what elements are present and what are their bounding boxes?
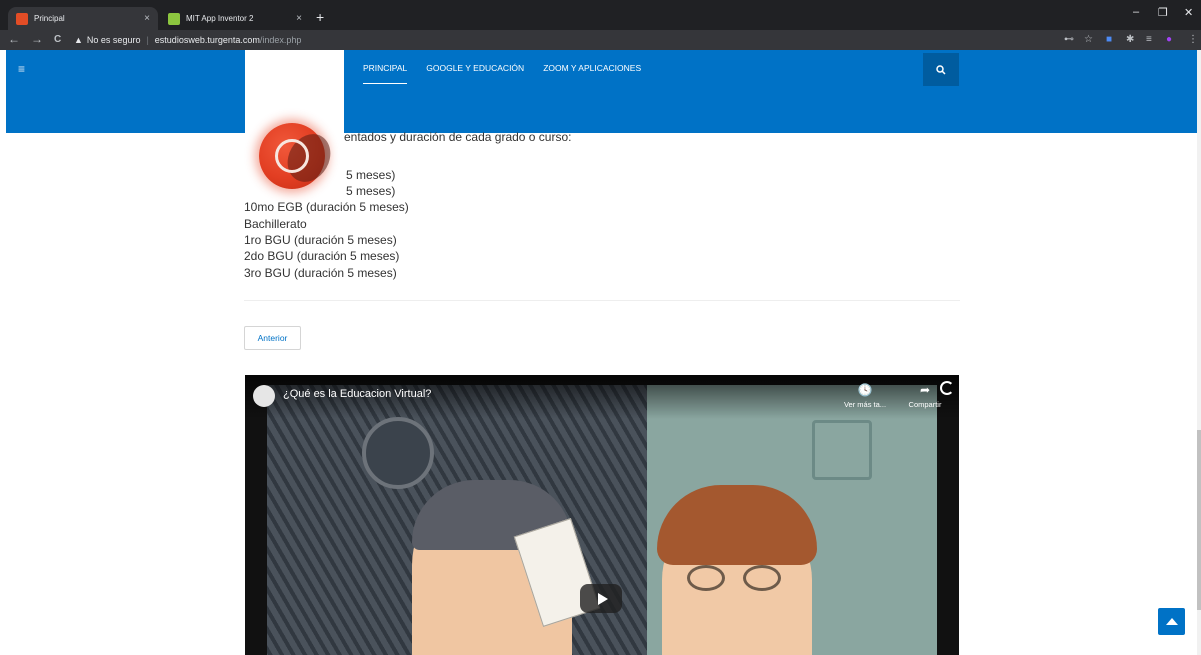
content-text: entados y duración de cada grado o curso… <box>344 130 572 144</box>
clock-illustration <box>362 417 434 489</box>
nav-zoom-aplicaciones[interactable]: ZOOM Y APLICACIONES <box>543 63 641 73</box>
video-thumbnail <box>267 385 937 655</box>
reload-button[interactable]: C <box>54 34 61 45</box>
play-icon <box>597 592 608 605</box>
tab-principal[interactable]: Principal × <box>8 7 158 30</box>
key-icon[interactable]: ⊷ <box>1064 34 1074 45</box>
channel-avatar[interactable] <box>253 385 275 407</box>
address-separator: | <box>146 35 149 45</box>
search-icon <box>936 64 946 75</box>
content-text: 1ro BGU (duración 5 meses) <box>244 233 397 247</box>
url-path: /index.php <box>259 35 302 45</box>
share-label: Compartir <box>908 400 942 409</box>
scrollbar-thumb[interactable] <box>1197 430 1201 610</box>
scroll-to-top-button[interactable] <box>1158 608 1185 635</box>
content-text: 5 meses) <box>346 184 396 198</box>
watch-later-button[interactable]: 🕓 Ver más ta... <box>843 383 887 409</box>
search-button[interactable] <box>923 53 959 86</box>
site-logo[interactable] <box>259 123 339 190</box>
back-button[interactable]: ← <box>8 32 20 46</box>
hamburger-menu-icon[interactable]: ≡ <box>18 62 25 76</box>
favicon-icon <box>168 12 180 25</box>
clock-icon: 🕓 <box>857 383 873 397</box>
tab-title: Principal <box>34 14 65 23</box>
previous-button[interactable]: Anterior <box>244 326 301 350</box>
content-text: 5 meses) <box>346 168 396 182</box>
zoom-icon[interactable]: ■ <box>1106 34 1112 45</box>
video-title[interactable]: ¿Qué es la Educacion Virtual? <box>283 388 431 400</box>
tab-title: MIT App Inventor 2 <box>186 14 254 23</box>
arrow-up-icon <box>1165 618 1178 625</box>
warning-icon: ▲ <box>74 35 83 45</box>
content-text: 2do BGU (duración 5 meses) <box>244 249 400 263</box>
address-bar[interactable]: ▲ No es seguro | estudiosweb.turgenta.co… <box>74 32 1054 48</box>
glasses-illustration <box>687 565 787 593</box>
new-tab-button[interactable]: + <box>316 9 324 25</box>
nav-google-educacion[interactable]: GOOGLE Y EDUCACIÓN <box>426 63 524 73</box>
menu-icon[interactable]: ⋮ <box>1188 34 1198 45</box>
play-button[interactable] <box>580 584 622 613</box>
maximize-button[interactable]: ❐ <box>1158 6 1168 19</box>
content-text: Bachillerato <box>244 217 307 231</box>
content-text: 10mo EGB (duración 5 meses) <box>244 200 409 214</box>
divider <box>244 300 960 301</box>
forward-button[interactable]: → <box>31 32 43 46</box>
main-nav: PRINCIPAL GOOGLE Y EDUCACIÓN ZOOM Y APLI… <box>363 63 641 84</box>
star-icon[interactable]: ☆ <box>1084 34 1093 45</box>
close-window-button[interactable]: ✕ <box>1184 6 1193 19</box>
content-text: 3ro BGU (duración 5 meses) <box>244 266 397 280</box>
clock-illustration <box>812 420 872 480</box>
tab-mit-app-inventor[interactable]: MIT App Inventor 2 × <box>160 7 310 30</box>
security-status: No es seguro <box>86 35 141 45</box>
logo-box <box>245 50 344 133</box>
page-scrollbar[interactable] <box>1197 50 1201 655</box>
tab-close-icon[interactable]: × <box>144 13 150 24</box>
browser-toolbar: ← → C ▲ No es seguro | estudiosweb.turge… <box>0 30 1201 50</box>
loading-spinner-icon <box>940 381 954 395</box>
profile-icon[interactable]: ● <box>1166 34 1172 45</box>
puzzle-icon[interactable]: ✱ <box>1126 34 1134 45</box>
url-host: estudiosweb.turgenta.com <box>154 35 260 45</box>
browser-tabstrip: Principal × MIT App Inventor 2 × + – ❐ ✕ <box>0 0 1201 30</box>
nav-principal[interactable]: PRINCIPAL <box>363 63 408 84</box>
watch-later-label: Ver más ta... <box>843 400 887 409</box>
minimize-button[interactable]: – <box>1133 6 1139 18</box>
tab-close-icon[interactable]: × <box>296 13 302 24</box>
favicon-icon <box>16 12 28 25</box>
video-player[interactable]: ¿Qué es la Educacion Virtual? 🕓 Ver más … <box>245 375 959 655</box>
reading-list-icon[interactable]: ≡ <box>1146 34 1152 45</box>
